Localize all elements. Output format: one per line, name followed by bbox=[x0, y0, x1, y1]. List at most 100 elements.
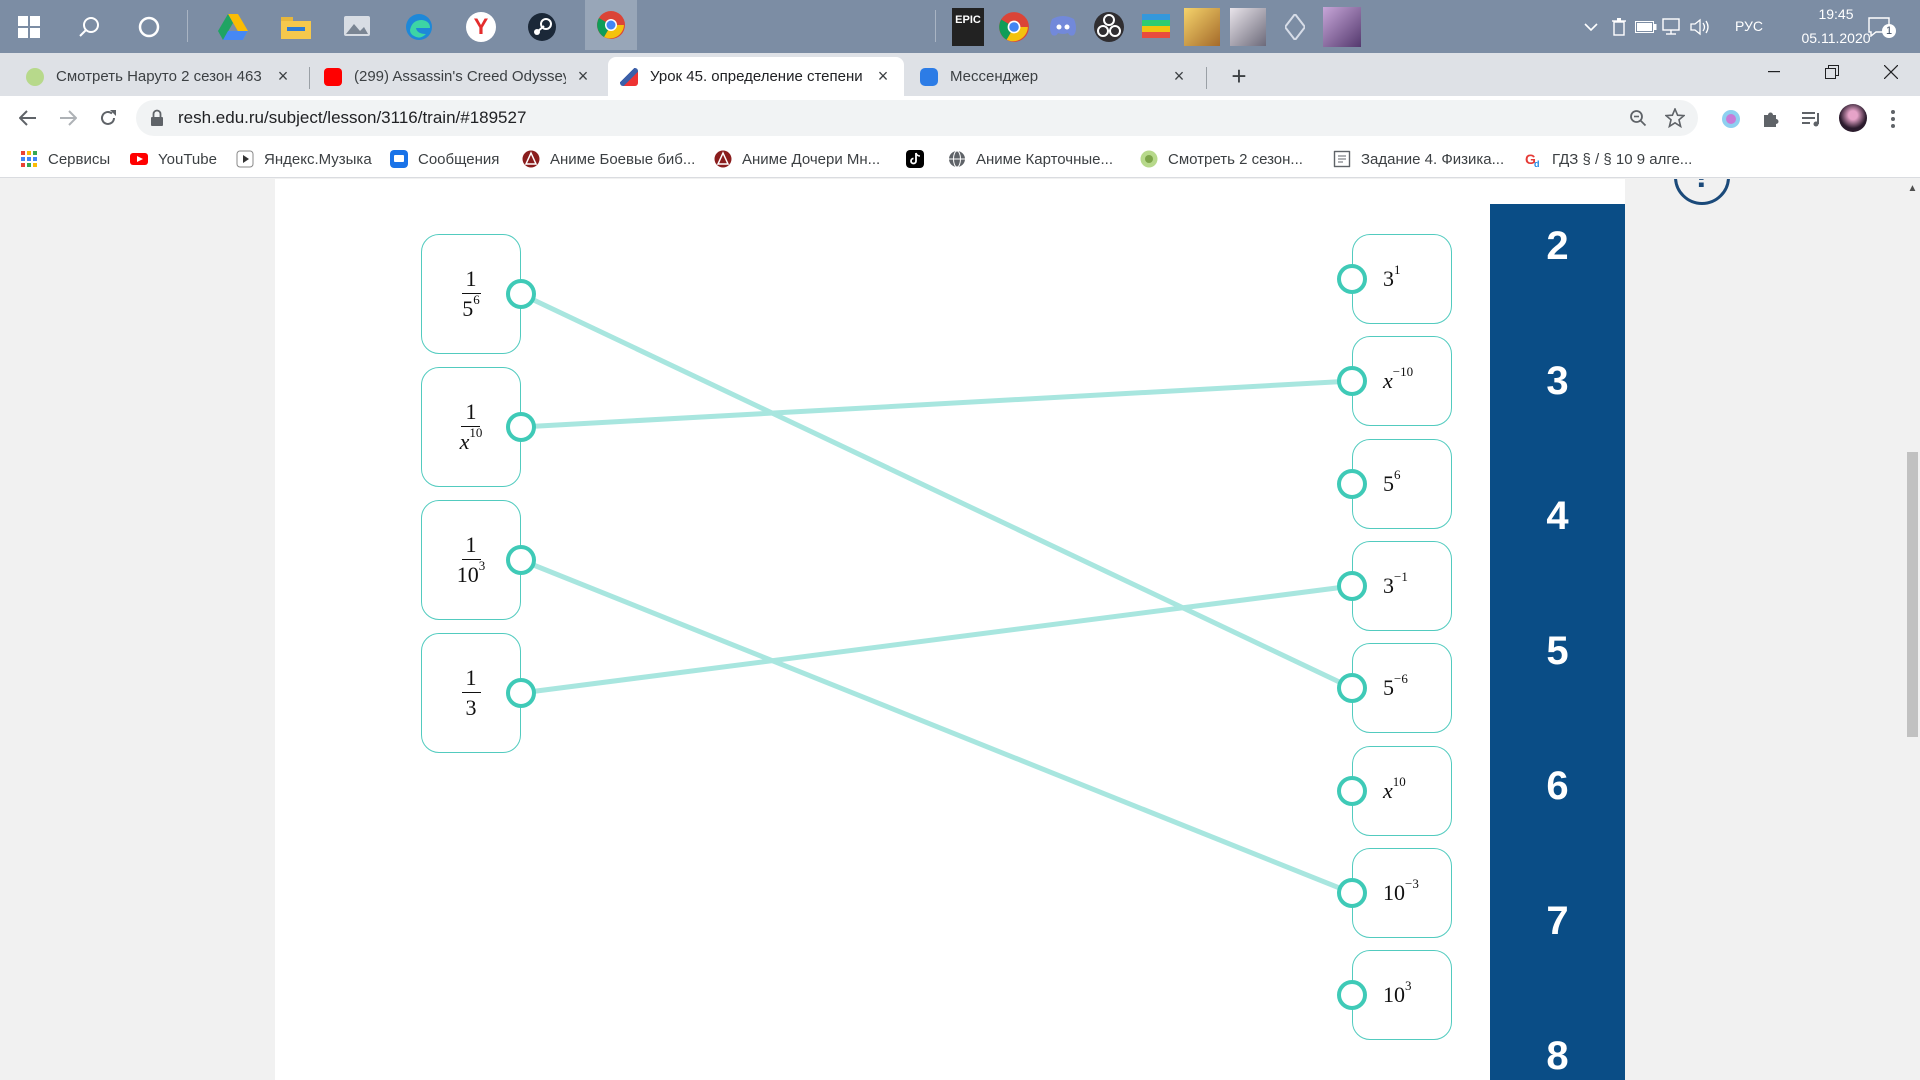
anime-app-icon-3[interactable] bbox=[1321, 6, 1363, 48]
bookmark-services[interactable]: Сервисы bbox=[20, 149, 110, 169]
question-number-2[interactable]: 2 bbox=[1490, 224, 1625, 269]
right-connector-1[interactable] bbox=[1337, 264, 1367, 294]
svg-text:d: d bbox=[1534, 159, 1540, 168]
windows-taskbar: Y EPIC РУС 19:45 05.11.2020 1 bbox=[0, 0, 1920, 53]
right-connector-3[interactable] bbox=[1337, 469, 1367, 499]
bookmark-gdz-algebra[interactable]: Gd ГДЗ § / § 10 9 алге... bbox=[1524, 149, 1692, 169]
right-item-1[interactable]: 31 bbox=[1352, 234, 1452, 324]
address-bar[interactable]: resh.edu.ru/subject/lesson/3116/train/#1… bbox=[136, 100, 1698, 136]
right-item-4[interactable]: 3−1 bbox=[1352, 541, 1452, 631]
left-connector-1[interactable] bbox=[506, 279, 536, 309]
epic-games-icon[interactable]: EPIC bbox=[947, 6, 989, 48]
close-tab-icon[interactable]: × bbox=[874, 66, 892, 87]
more-menu-icon[interactable] bbox=[1880, 106, 1906, 132]
close-tab-icon[interactable]: × bbox=[1170, 66, 1188, 87]
right-item-8[interactable]: 103 bbox=[1352, 950, 1452, 1040]
right-item-6[interactable]: x10 bbox=[1352, 746, 1452, 836]
forward-button[interactable] bbox=[54, 104, 82, 132]
steam-icon[interactable] bbox=[521, 6, 563, 48]
photos-app-icon[interactable] bbox=[336, 6, 378, 48]
bookmark-yandex-music[interactable]: Яндекс.Музыка bbox=[236, 149, 372, 169]
tab-naruto[interactable]: Смотреть Наруто 2 сезон 463 се × bbox=[14, 57, 304, 96]
windows-start-icon[interactable] bbox=[8, 6, 50, 48]
connection-line-4 bbox=[520, 583, 1353, 696]
taskbar-separator bbox=[187, 10, 188, 42]
url-text[interactable]: resh.edu.ru/subject/lesson/3116/train/#1… bbox=[178, 108, 526, 128]
file-explorer-icon[interactable] bbox=[275, 6, 317, 48]
chrome-icon-2[interactable] bbox=[993, 6, 1035, 48]
new-tab-button[interactable]: + bbox=[1218, 57, 1260, 96]
bookmark-anime-cards[interactable]: Аниме Карточные... bbox=[948, 149, 1113, 169]
question-number-5[interactable]: 5 bbox=[1490, 629, 1625, 674]
question-number-6[interactable]: 6 bbox=[1490, 764, 1625, 809]
right-connector-8[interactable] bbox=[1337, 980, 1367, 1010]
right-connector-2[interactable] bbox=[1337, 366, 1367, 396]
close-window-button[interactable] bbox=[1868, 53, 1914, 91]
bookmark-star-icon[interactable] bbox=[1663, 106, 1687, 130]
question-number-3[interactable]: 3 bbox=[1490, 359, 1625, 404]
media-queue-icon[interactable] bbox=[1798, 106, 1824, 132]
right-item-2[interactable]: x−10 bbox=[1352, 336, 1452, 426]
tab-resh-lesson[interactable]: Урок 45. определение степени с × bbox=[608, 57, 904, 96]
trash-icon[interactable] bbox=[1608, 16, 1630, 38]
scroll-up-arrow-icon[interactable]: ▲ bbox=[1905, 183, 1920, 197]
bookmark-anime-fighting[interactable]: Аниме Боевые биб... bbox=[522, 149, 695, 169]
search-icon[interactable] bbox=[68, 6, 110, 48]
right-connector-7[interactable] bbox=[1337, 878, 1367, 908]
right-connector-4[interactable] bbox=[1337, 571, 1367, 601]
restore-window-button[interactable] bbox=[1809, 53, 1855, 91]
youtube-favicon bbox=[324, 67, 342, 86]
gem-app-icon[interactable] bbox=[1274, 6, 1316, 48]
obs-icon[interactable] bbox=[1088, 6, 1130, 48]
close-tab-icon[interactable]: × bbox=[574, 66, 592, 87]
volume-icon[interactable] bbox=[1690, 16, 1712, 38]
chevron-up-icon[interactable] bbox=[1580, 16, 1602, 38]
bookmark-watch-season-2[interactable]: Смотреть 2 сезон... bbox=[1140, 149, 1303, 169]
page-scrollbar[interactable]: ▲ bbox=[1905, 179, 1920, 1080]
language-indicator[interactable]: РУС bbox=[1735, 18, 1763, 34]
left-connector-2[interactable] bbox=[506, 412, 536, 442]
reload-button[interactable] bbox=[94, 104, 122, 132]
right-connector-6[interactable] bbox=[1337, 776, 1367, 806]
system-tray: РУС 19:45 05.11.2020 1 bbox=[1560, 0, 1920, 53]
google-drive-icon[interactable] bbox=[212, 6, 254, 48]
tab-youtube-assassins-creed[interactable]: (299) Assassin's Creed Odyssey - × bbox=[312, 57, 604, 96]
bookmark-messages[interactable]: Сообщения bbox=[390, 149, 499, 169]
question-number-7[interactable]: 7 bbox=[1490, 899, 1625, 944]
zoom-icon[interactable] bbox=[1626, 106, 1650, 130]
edge-icon[interactable] bbox=[398, 6, 440, 48]
right-item-5[interactable]: 5−6 bbox=[1352, 643, 1452, 733]
apps-grid-icon bbox=[21, 151, 37, 167]
bookmark-youtube[interactable]: YouTube bbox=[130, 149, 217, 169]
battery-icon[interactable] bbox=[1635, 16, 1657, 38]
bookmark-anime-daughters[interactable]: Аниме Дочери Мн... bbox=[714, 149, 880, 169]
yandex-browser-icon[interactable]: Y bbox=[460, 6, 502, 48]
right-item-7[interactable]: 10−3 bbox=[1352, 848, 1452, 938]
tab-messenger[interactable]: Мессенджер × bbox=[908, 57, 1200, 96]
profile-avatar[interactable] bbox=[1838, 103, 1868, 133]
chrome-icon[interactable] bbox=[585, 0, 637, 50]
network-icon[interactable] bbox=[1662, 16, 1684, 38]
scrollbar-thumb[interactable] bbox=[1907, 452, 1918, 737]
messenger-favicon bbox=[920, 67, 938, 86]
extensions-puzzle-icon[interactable] bbox=[1758, 106, 1784, 132]
bluestacks-icon[interactable] bbox=[1135, 6, 1177, 48]
left-connector-3[interactable] bbox=[506, 545, 536, 575]
question-number-4[interactable]: 4 bbox=[1490, 494, 1625, 539]
anime-app-icon-2[interactable] bbox=[1227, 6, 1269, 48]
anime-app-icon-1[interactable] bbox=[1181, 6, 1223, 48]
bookmark-physics-task[interactable]: Задание 4. Физика... bbox=[1333, 149, 1504, 169]
extension-colorful-icon[interactable] bbox=[1718, 106, 1744, 132]
back-button[interactable] bbox=[14, 104, 42, 132]
cortana-icon[interactable] bbox=[128, 6, 170, 48]
bookmark-tiktok[interactable] bbox=[906, 149, 934, 169]
right-item-3[interactable]: 56 bbox=[1352, 439, 1452, 529]
youtube-icon bbox=[130, 153, 148, 165]
lock-icon[interactable] bbox=[150, 109, 164, 127]
left-connector-4[interactable] bbox=[506, 678, 536, 708]
discord-icon[interactable] bbox=[1042, 6, 1084, 48]
minimize-window-button[interactable] bbox=[1751, 53, 1797, 91]
close-tab-icon[interactable]: × bbox=[274, 66, 292, 87]
right-connector-5[interactable] bbox=[1337, 673, 1367, 703]
question-number-8[interactable]: 8 bbox=[1490, 1034, 1625, 1079]
